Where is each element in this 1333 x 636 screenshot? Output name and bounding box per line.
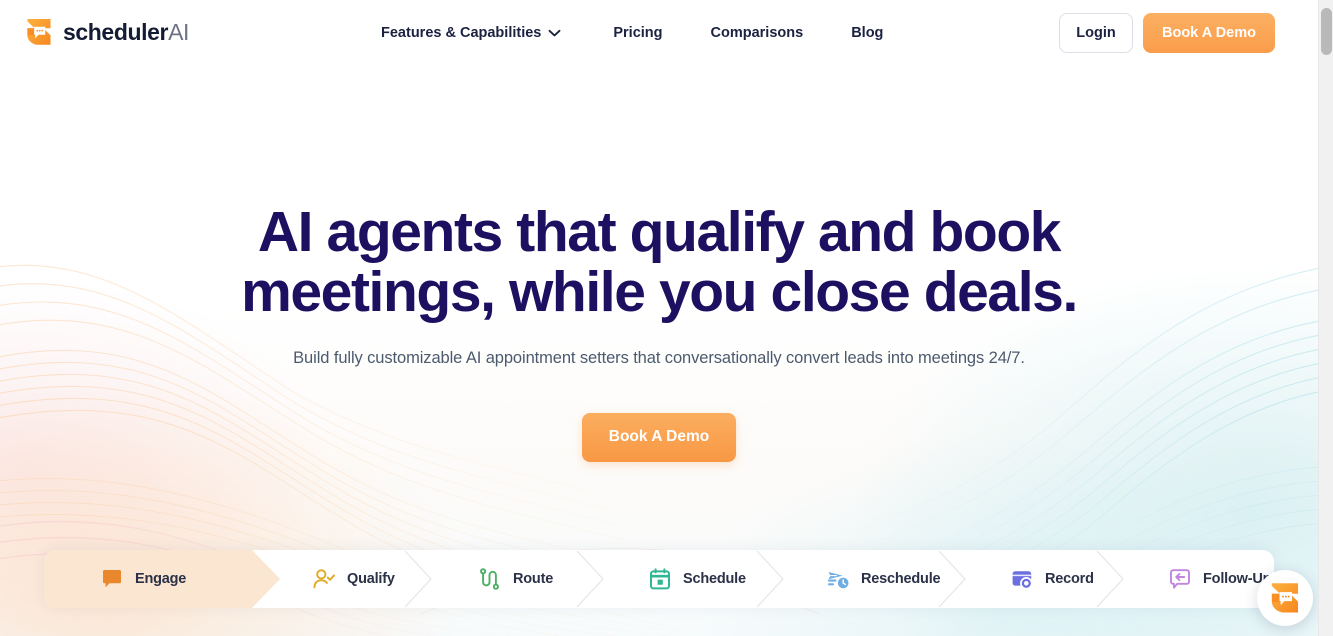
- scrollbar-thumb[interactable]: [1321, 8, 1332, 55]
- step-label-qualify: Qualify: [347, 571, 395, 587]
- nav-item-features[interactable]: Features & Capabilities: [381, 25, 561, 41]
- step-tab-route[interactable]: Route: [432, 550, 604, 608]
- step-tab-record[interactable]: Record: [966, 550, 1124, 608]
- nav-label-pricing: Pricing: [613, 25, 663, 41]
- nav-item-pricing[interactable]: Pricing: [613, 25, 662, 41]
- calendar-icon: [648, 567, 672, 591]
- site-header: schedulerAI Features & Capabilities Pric…: [0, 0, 1318, 66]
- step-label-schedule: Schedule: [683, 571, 746, 587]
- header-actions: Login Book A Demo: [1059, 13, 1275, 53]
- chevron-down-icon: [548, 25, 561, 41]
- chat-launcher-button[interactable]: [1257, 570, 1313, 626]
- step-tab-follow-up[interactable]: Follow-Up: [1124, 550, 1274, 608]
- login-button[interactable]: Login: [1059, 13, 1133, 53]
- main-navigation: Features & Capabilities Pricing Comparis…: [381, 0, 883, 66]
- step-tab-engage[interactable]: Engage: [44, 550, 280, 608]
- step-label-route: Route: [513, 571, 554, 587]
- user-check-icon: [312, 567, 336, 591]
- route-path-icon: [478, 567, 502, 591]
- hero-section: AI agents that qualify and book meetings…: [0, 66, 1318, 462]
- step-tab-reschedule[interactable]: Reschedule: [784, 550, 966, 608]
- step-label-record: Record: [1045, 571, 1094, 587]
- step-label-engage: Engage: [135, 571, 187, 587]
- step-divider-1: [403, 550, 433, 608]
- step-divider-4: [937, 550, 967, 608]
- nav-item-comparisons[interactable]: Comparisons: [711, 25, 804, 41]
- workflow-step-tabs: Engage Qualify Route Schedule Reschedule…: [44, 550, 1274, 608]
- nav-label-blog: Blog: [851, 25, 884, 41]
- hero-book-demo-button[interactable]: Book A Demo: [581, 412, 737, 462]
- chat-bubble-icon: [100, 567, 124, 591]
- hero-subheadline: Build fully customizable AI appointment …: [293, 348, 1025, 367]
- step-divider-5: [1095, 550, 1125, 608]
- scrollbar-up-arrow[interactable]: [1319, 0, 1333, 7]
- header-book-demo-button[interactable]: Book A Demo: [1143, 13, 1275, 53]
- reply-bubble-icon: [1168, 567, 1192, 591]
- step-divider-3: [755, 550, 785, 608]
- page-root: schedulerAI Features & Capabilities Pric…: [0, 0, 1333, 636]
- page-title: AI agents that qualify and book meetings…: [241, 200, 1078, 325]
- send-clock-icon: [826, 567, 850, 591]
- hero-cta-wrap: Book A Demo: [0, 412, 1318, 462]
- nav-item-blog[interactable]: Blog: [851, 25, 883, 41]
- scheduler-s-logo-icon: [24, 17, 54, 47]
- page-scrollbar[interactable]: [1318, 0, 1333, 636]
- nav-label-comparisons: Comparisons: [710, 25, 804, 41]
- brand-logo[interactable]: schedulerAI: [24, 17, 189, 47]
- brand-name: schedulerAI: [63, 18, 189, 45]
- step-divider-2: [575, 550, 605, 608]
- step-tab-schedule[interactable]: Schedule: [604, 550, 784, 608]
- step-label-reschedule: Reschedule: [861, 571, 941, 587]
- scheduler-chat-launcher-icon: [1268, 581, 1302, 615]
- record-camera-icon: [1010, 567, 1034, 591]
- nav-label-features: Features & Capabilities: [381, 25, 542, 41]
